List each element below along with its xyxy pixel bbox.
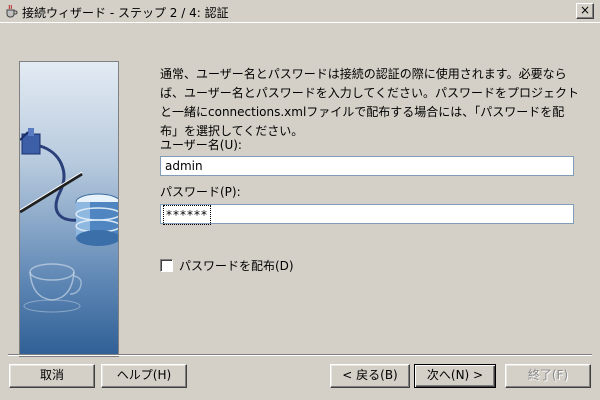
window-title: 接続ウィザード - ステップ 2 / 4: 認証: [22, 6, 229, 20]
distribute-password-checkbox-row[interactable]: パスワードを配布(D): [160, 257, 294, 273]
title-bar: 接続ウィザード - ステップ 2 / 4: 認証 ×: [0, 0, 600, 23]
close-icon: ×: [579, 3, 591, 17]
distribute-password-checkbox[interactable]: [160, 258, 173, 272]
password-label: パスワード(P):: [160, 185, 241, 199]
close-button[interactable]: ×: [576, 3, 594, 19]
wizard-illustration: [19, 61, 119, 357]
cancel-button[interactable]: 取消: [9, 364, 95, 388]
help-button[interactable]: ヘルプ(H): [101, 364, 187, 388]
next-button[interactable]: 次へ(N) >: [414, 364, 496, 388]
distribute-password-label: パスワードを配布(D): [179, 258, 294, 273]
instruction-text: 通常、ユーザー名とパスワードは接続の認証の際に使用されます。必要ならば、ユーザー…: [160, 67, 580, 138]
finish-button[interactable]: 終了(F): [505, 364, 591, 388]
button-separator: [8, 354, 592, 356]
username-field[interactable]: admin: [160, 156, 574, 176]
back-button[interactable]: < 戻る(B): [330, 364, 410, 388]
password-value: ******: [163, 205, 211, 225]
database-connection-illustration: [20, 128, 118, 313]
coffee-cup-app-icon: [6, 4, 18, 18]
wizard-panel: 通常、ユーザー名とパスワードは接続の認証の際に使用されます。必要ならば、ユーザー…: [0, 23, 600, 400]
password-field[interactable]: ******: [160, 204, 574, 225]
username-value: admin: [165, 159, 203, 173]
username-label: ユーザー名(U):: [160, 138, 242, 152]
